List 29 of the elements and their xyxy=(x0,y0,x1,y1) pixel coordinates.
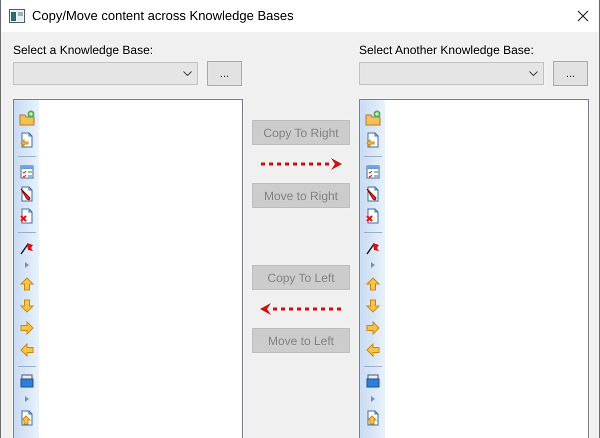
chevron-down-icon xyxy=(183,70,192,76)
expand-icon xyxy=(24,262,28,268)
close-icon[interactable] xyxy=(577,10,589,22)
expand-icon xyxy=(370,396,374,402)
edit-document-icon[interactable] xyxy=(18,186,34,202)
folder-plus-icon[interactable] xyxy=(364,110,380,126)
delete-document-icon[interactable] xyxy=(18,208,34,224)
document-arrow-icon[interactable] xyxy=(18,132,34,148)
document-arrow-icon[interactable] xyxy=(364,132,380,148)
app-icon xyxy=(9,9,25,23)
chevron-down-icon xyxy=(529,70,538,76)
document-up-icon[interactable] xyxy=(364,410,380,426)
checklist-icon[interactable] xyxy=(364,164,380,180)
browse-button[interactable]: ... xyxy=(207,61,242,86)
expand-icon xyxy=(370,262,374,268)
storage-icon[interactable] xyxy=(364,373,380,389)
left-arrow-icon xyxy=(259,302,343,316)
field-label: Select a Knowledge Base: xyxy=(13,42,154,58)
document-up-icon[interactable] xyxy=(18,410,34,426)
folder-plus-icon[interactable] xyxy=(18,110,34,126)
field-label: Select Another Knowledge Base: xyxy=(359,42,534,58)
storage-icon[interactable] xyxy=(18,373,34,389)
checklist-icon[interactable] xyxy=(18,164,34,180)
delete-document-icon[interactable] xyxy=(364,208,380,224)
expand-icon xyxy=(24,396,28,402)
right-arrow-icon xyxy=(259,157,343,171)
edit-document-icon[interactable] xyxy=(364,186,380,202)
browse-button[interactable]: ... xyxy=(553,61,588,86)
window-title: Copy/Move content across Knowledge Bases xyxy=(32,7,294,26)
